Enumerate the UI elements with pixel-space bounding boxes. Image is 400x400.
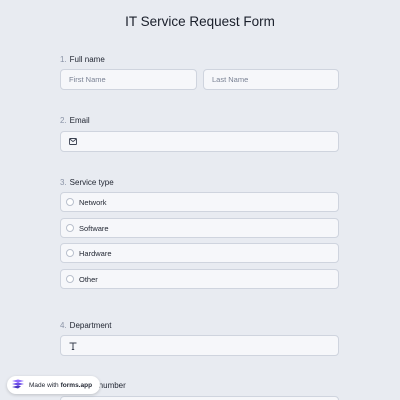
question-text: Email	[69, 116, 90, 125]
last-name-placeholder: Last Name	[212, 75, 249, 84]
question-number: 4.	[60, 321, 67, 330]
radio-icon	[66, 275, 74, 283]
option-other[interactable]: Other	[60, 269, 339, 289]
option-label: Other	[79, 274, 98, 284]
badge-brand: forms.app	[60, 381, 93, 389]
question-label-service-type: 3. Service type	[60, 178, 114, 187]
email-field[interactable]	[60, 131, 339, 152]
radio-icon	[66, 249, 74, 257]
last-name-field[interactable]: Last Name	[203, 69, 339, 90]
question-label-department: 4. Department	[60, 321, 111, 330]
department-field[interactable]	[60, 335, 339, 356]
question-text: Full name	[69, 55, 105, 64]
option-label: Network	[79, 197, 107, 207]
option-label: Hardware	[79, 248, 112, 258]
first-name-placeholder: First Name	[69, 75, 106, 84]
text-icon	[69, 342, 77, 350]
option-hardware[interactable]: Hardware	[60, 243, 339, 263]
question-label-full-name: 1. Full name	[60, 55, 105, 64]
radio-icon	[66, 198, 74, 206]
option-software[interactable]: Software	[60, 218, 339, 238]
badge-prefix: Made with	[29, 381, 59, 389]
question-text: Service type	[69, 178, 114, 187]
form-title: IT Service Request Form	[125, 14, 275, 29]
made-with-badge[interactable]: Made with forms.app	[7, 376, 101, 394]
question-label-email: 2. Email	[60, 116, 90, 125]
option-label: Software	[79, 223, 109, 233]
radio-icon	[66, 224, 74, 232]
question-number: 1.	[60, 55, 67, 64]
mail-icon	[69, 138, 77, 145]
next-field[interactable]	[60, 396, 339, 400]
option-network[interactable]: Network	[60, 192, 339, 212]
first-name-field[interactable]: First Name	[60, 69, 197, 90]
question-number: 3.	[60, 178, 67, 187]
question-number: 2.	[60, 116, 67, 125]
forms-app-logo-icon	[12, 379, 24, 389]
question-text: Department	[69, 321, 112, 330]
